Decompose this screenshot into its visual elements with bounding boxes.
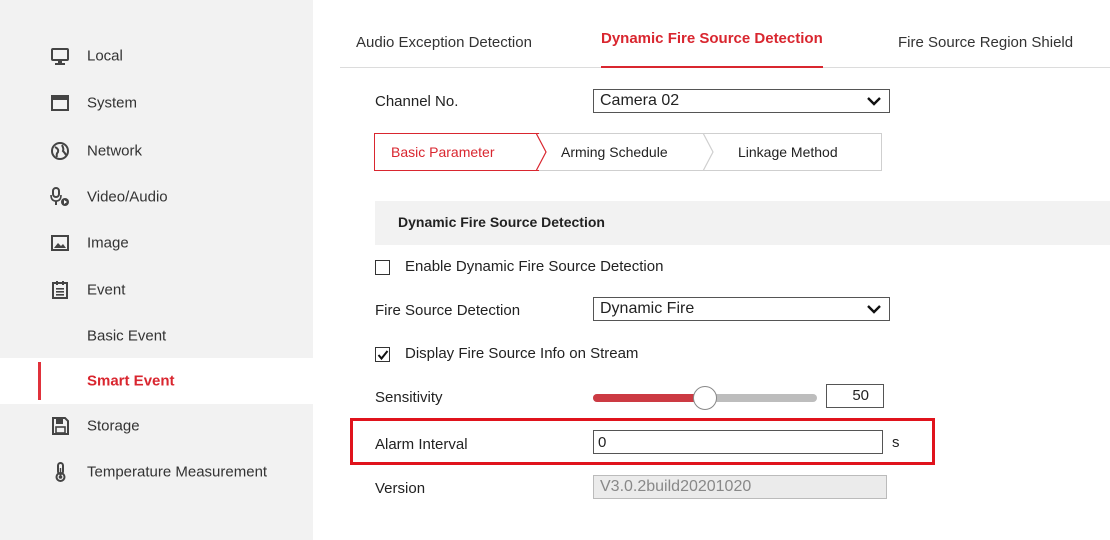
- sensitivity-slider-handle[interactable]: [693, 386, 717, 410]
- sidebar-item-system[interactable]: System: [0, 80, 313, 126]
- sidebar-item-video-audio[interactable]: Video/Audio: [0, 174, 313, 220]
- enable-detection-label: Enable Dynamic Fire Source Detection: [405, 258, 664, 275]
- channel-select-value: Camera 02: [600, 92, 680, 109]
- sidebar-item-label: Local: [87, 47, 123, 65]
- subtab-label: Basic Parameter: [391, 144, 495, 160]
- top-tab-bar: Audio Exception Detection Dynamic Fire S…: [340, 26, 1110, 68]
- subtab-arming-schedule[interactable]: Arming Schedule: [539, 133, 714, 171]
- chevron-down-icon: [867, 305, 881, 314]
- subtab-linkage-method[interactable]: Linkage Method: [714, 133, 882, 171]
- sidebar-item-label: Smart Event: [87, 372, 175, 390]
- monitor-icon: [50, 46, 70, 66]
- channel-label: Channel No.: [375, 93, 459, 110]
- sidebar-item-label: Event: [87, 281, 126, 299]
- alarm-interval-input[interactable]: [593, 430, 883, 454]
- enable-detection-checkbox[interactable]: [375, 260, 390, 275]
- fire-source-detection-select[interactable]: Dynamic Fire: [593, 297, 890, 321]
- display-info-checkbox[interactable]: [375, 347, 390, 362]
- display-info-label: Display Fire Source Info on Stream: [405, 345, 639, 362]
- thermometer-icon: [50, 462, 70, 482]
- alarm-interval-label: Alarm Interval: [375, 436, 468, 453]
- system-window-icon: [50, 93, 70, 113]
- sidebar-item-image[interactable]: Image: [0, 220, 313, 266]
- globe-icon: [50, 141, 70, 161]
- section-header: Dynamic Fire Source Detection: [375, 201, 1110, 245]
- subtab-basic-parameter[interactable]: Basic Parameter: [374, 133, 547, 171]
- sidebar-item-network[interactable]: Network: [0, 128, 313, 174]
- alarm-interval-unit: s: [892, 434, 900, 451]
- version-field: V3.0.2build20201020: [593, 475, 887, 499]
- section-title: Dynamic Fire Source Detection: [398, 214, 605, 230]
- sidebar-item-smart-event[interactable]: Smart Event: [0, 358, 313, 404]
- floppy-disk-icon: [50, 416, 70, 436]
- sidebar-item-local[interactable]: Local: [0, 33, 313, 79]
- sidebar-item-label: Video/Audio: [87, 188, 168, 206]
- sidebar-item-label: Temperature Measurement: [87, 463, 268, 481]
- sidebar-item-storage[interactable]: Storage: [0, 403, 313, 449]
- fire-source-detection-value: Dynamic Fire: [600, 300, 695, 317]
- tab-audio-exception-detection[interactable]: Audio Exception Detection: [356, 26, 532, 68]
- tab-fire-source-region-shield[interactable]: Fire Source Region Shield: [898, 26, 1073, 68]
- calendar-icon: [50, 280, 70, 300]
- tab-dynamic-fire-source-detection[interactable]: Dynamic Fire Source Detection: [601, 26, 823, 68]
- sensitivity-value[interactable]: 50: [826, 384, 884, 408]
- version-label: Version: [375, 480, 426, 497]
- video-audio-icon: [50, 187, 70, 207]
- sidebar-item-label: Basic Event: [87, 327, 167, 345]
- sidebar-item-label: Image: [87, 234, 129, 252]
- image-icon: [50, 233, 70, 253]
- chevron-down-icon: [867, 97, 881, 106]
- checkmark-icon: [377, 350, 389, 361]
- sidebar-item-temperature-measurement[interactable]: Temperature Measurement: [0, 449, 313, 495]
- sidebar-item-label: Storage: [87, 417, 140, 435]
- sidebar-item-label: System: [87, 94, 138, 112]
- sensitivity-slider-fill: [593, 394, 705, 402]
- sidebar: Local System Network Video/Audio Image E…: [0, 0, 313, 540]
- subtab-label: Linkage Method: [738, 144, 838, 160]
- channel-select[interactable]: Camera 02: [593, 89, 890, 113]
- fire-source-detection-label: Fire Source Detection: [375, 302, 521, 319]
- sidebar-item-basic-event[interactable]: Basic Event: [0, 313, 313, 359]
- sensitivity-label: Sensitivity: [375, 389, 443, 406]
- sidebar-item-label: Network: [87, 142, 143, 160]
- sidebar-item-event[interactable]: Event: [0, 267, 313, 313]
- subtab-label: Arming Schedule: [561, 144, 668, 160]
- sensitivity-slider[interactable]: [593, 386, 817, 410]
